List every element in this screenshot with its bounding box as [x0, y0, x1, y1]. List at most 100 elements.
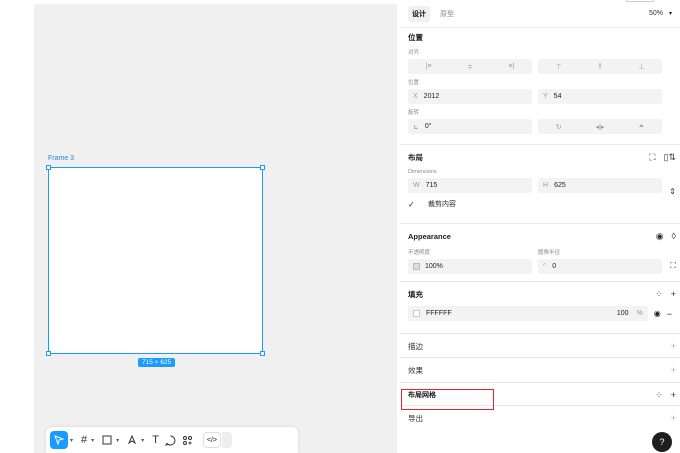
- layout-grid-section: 布局网格 ⁘ +: [400, 383, 680, 406]
- rotation-field[interactable]: ⊾ 0°: [408, 119, 532, 134]
- blend-mode-drop-icon[interactable]: ◊: [672, 231, 676, 242]
- add-fill-icon[interactable]: +: [671, 289, 676, 300]
- corner-radius-field[interactable]: ⌜ 0: [538, 259, 662, 274]
- align-bottom-icon[interactable]: ⊥: [621, 59, 662, 74]
- panel-topbar: 设计 原型 50% ▾: [400, 0, 680, 28]
- pen-tool-icon[interactable]: [125, 431, 139, 449]
- zoom-caret-icon[interactable]: ▾: [669, 10, 672, 17]
- auto-layout-icon[interactable]: ▯⇅: [664, 152, 677, 163]
- add-stroke-icon[interactable]: +: [671, 341, 676, 351]
- align-horizontal-group: |≡ ≑ ≡|: [408, 59, 532, 74]
- fill-percent: %: [636, 310, 643, 317]
- code-tool-icon[interactable]: </>: [202, 432, 221, 448]
- align-label: 对齐: [408, 50, 420, 56]
- resize-handle-top-left[interactable]: [46, 165, 51, 170]
- visibility-eye-icon[interactable]: ◉: [656, 231, 664, 242]
- independent-corners-icon[interactable]: ⛶: [670, 261, 676, 271]
- shape-tool-caret-icon[interactable]: ▾: [116, 437, 119, 444]
- corner-radius-icon: ⌜: [543, 263, 547, 271]
- rectangle-tool-icon[interactable]: [100, 431, 114, 449]
- resize-handle-bottom-left[interactable]: [46, 351, 51, 356]
- add-export-icon[interactable]: +: [671, 413, 676, 423]
- position-section: 位置 对齐 |≡ ≑ ≡| ⊤ ⫲ ⊥ 位置 X 2012 Y 54 旋转 ⊾ …: [400, 30, 680, 145]
- h-value: 625: [554, 182, 566, 189]
- pen-tool-caret-icon[interactable]: ▾: [141, 437, 144, 444]
- tab-design[interactable]: 设计: [408, 5, 430, 22]
- remove-fill-icon[interactable]: −: [667, 309, 672, 319]
- tab-prototype[interactable]: 原型: [436, 6, 458, 22]
- rotation-label: 旋转: [408, 110, 420, 116]
- frame-3[interactable]: [46, 165, 265, 356]
- appearance-title: Appearance: [408, 231, 451, 241]
- opacity-value: 100%: [425, 263, 443, 270]
- rotation-value: 0°: [424, 123, 432, 130]
- add-layout-grid-icon[interactable]: +: [671, 390, 676, 401]
- rotation-icon: ⊾: [413, 123, 419, 131]
- fill-color-swatch[interactable]: [413, 310, 420, 317]
- position-label: 位置: [408, 80, 420, 86]
- fill-visibility-eye-icon[interactable]: ◉: [654, 309, 661, 318]
- constrain-proportions-icon[interactable]: ⇕: [669, 187, 676, 196]
- y-prefix: Y: [543, 93, 548, 100]
- align-center-v-icon[interactable]: ⫲: [579, 59, 620, 74]
- fill-styles-icon[interactable]: ⁘: [655, 289, 663, 300]
- clip-content-checkbox-icon[interactable]: ✓: [408, 200, 416, 209]
- components-tool-icon[interactable]: [180, 431, 195, 449]
- clip-content-label[interactable]: 裁剪内容: [428, 199, 456, 209]
- top-edge-mark: [626, 0, 654, 2]
- frame-tool-caret-icon[interactable]: ▾: [91, 437, 94, 444]
- position-title: 位置: [408, 32, 423, 42]
- fill-row[interactable]: FFFFFF 100 %: [408, 306, 648, 321]
- align-vertical-group: ⊤ ⫲ ⊥: [538, 59, 662, 74]
- flip-horizontal-icon[interactable]: ◂|▸: [579, 119, 620, 134]
- corner-radius-value: 0: [552, 263, 557, 270]
- add-effect-icon[interactable]: +: [671, 365, 676, 375]
- canvas[interactable]: Frame 3 715 × 625: [34, 4, 397, 453]
- width-field[interactable]: W 715: [408, 178, 532, 193]
- dimensions-label: Dimensions: [408, 169, 437, 175]
- fill-opacity[interactable]: 100: [617, 310, 629, 317]
- appearance-section: Appearance ◉ ◊ 不透明度 圆角半径 100% ⌜ 0 ⛶: [400, 224, 680, 282]
- grid-styles-icon[interactable]: ⁘: [655, 390, 663, 401]
- resize-to-fit-icon[interactable]: ⛶: [649, 152, 655, 163]
- properties-panel: 设计 原型 50% ▾ 位置 对齐 |≡ ≑ ≡| ⊤ ⫲ ⊥ 位置 X 201…: [400, 0, 680, 453]
- help-button[interactable]: ?: [652, 432, 672, 452]
- move-tool-caret-icon[interactable]: ▾: [70, 437, 73, 444]
- resize-handle-bottom-right[interactable]: [260, 351, 265, 356]
- h-prefix: H: [543, 182, 549, 189]
- x-value: 2012: [423, 93, 440, 100]
- x-prefix: X: [413, 93, 418, 100]
- comment-tool-icon[interactable]: [163, 431, 178, 449]
- effects-title: 效果: [408, 365, 423, 375]
- opacity-icon: [413, 263, 420, 270]
- y-value: 54: [553, 93, 562, 100]
- layout-section: 布局 ⛶ ▯⇅ Dimensions W 715 H 625 ⇕ ✓ 裁剪内容: [400, 145, 680, 224]
- move-tool-icon[interactable]: [50, 431, 68, 449]
- y-field[interactable]: Y 54: [538, 89, 662, 104]
- align-top-icon[interactable]: ⊤: [538, 59, 579, 74]
- w-prefix: W: [413, 182, 420, 189]
- fill-title: 填充: [408, 289, 423, 299]
- text-tool-icon[interactable]: T: [150, 431, 161, 449]
- bottom-toolbar: ▾ # ▾ ▾ ▾ T </>: [46, 427, 298, 453]
- stroke-section: 描边 +: [400, 334, 680, 358]
- resize-handle-top-right[interactable]: [260, 165, 265, 170]
- frame-tool-icon[interactable]: #: [79, 431, 89, 449]
- dev-mode-toggle[interactable]: [221, 432, 232, 448]
- frame-label[interactable]: Frame 3: [48, 155, 74, 162]
- fill-hex[interactable]: FFFFFF: [426, 310, 452, 317]
- size-badge: 715 × 625: [138, 358, 176, 367]
- height-field[interactable]: H 625: [538, 178, 662, 193]
- align-center-h-icon[interactable]: ≑: [449, 59, 490, 74]
- align-left-icon[interactable]: |≡: [408, 59, 449, 74]
- fill-section: 填充 ⁘ + FFFFFF 100 % ◉ −: [400, 282, 680, 334]
- x-field[interactable]: X 2012: [408, 89, 532, 104]
- align-right-icon[interactable]: ≡|: [491, 59, 532, 74]
- opacity-field[interactable]: 100%: [408, 259, 532, 274]
- export-title: 导出: [408, 413, 423, 423]
- rotate-90-icon[interactable]: ↻: [538, 119, 579, 134]
- stroke-title: 描边: [408, 341, 423, 351]
- effects-section: 效果 +: [400, 358, 680, 383]
- flip-vertical-icon[interactable]: ⏶: [621, 119, 662, 134]
- zoom-level[interactable]: 50%: [649, 10, 663, 17]
